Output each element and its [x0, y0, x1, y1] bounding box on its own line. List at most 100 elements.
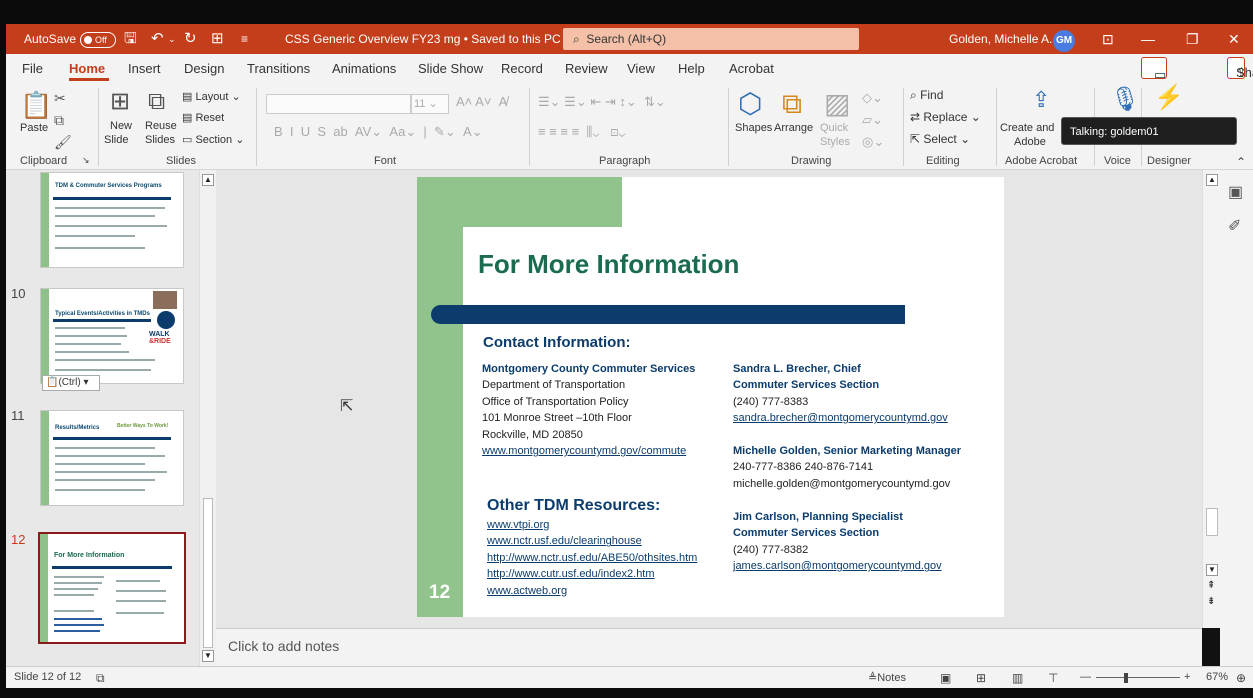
align-buttons[interactable]: ≡ ≡ ≡ ≡ ⫼⌄ ⊡⌄ [538, 124, 626, 140]
share-button[interactable]: ⇪ Share [1227, 57, 1253, 80]
reuse-slides-icon[interactable]: ⧉ [148, 90, 165, 114]
resource-link[interactable]: www.nctr.usf.edu/clearinghouse [487, 533, 697, 549]
slide-sorter-icon[interactable]: ⊞ [976, 671, 986, 685]
select-button[interactable]: ⇱ Select ⌄ [910, 132, 970, 146]
reuse-slides-label[interactable]: Reuse [145, 120, 177, 132]
ribbon-display-icon[interactable]: ⊡ [1102, 24, 1114, 54]
tab-insert[interactable]: Insert [128, 61, 161, 76]
restore-icon[interactable]: ❐ [1186, 24, 1199, 54]
customize-qat-icon[interactable]: ≡ [241, 24, 248, 54]
tab-animations[interactable]: Animations [332, 61, 396, 76]
tab-record[interactable]: Record [501, 61, 543, 76]
reading-view-icon[interactable]: ▥ [1012, 671, 1023, 685]
comments-button[interactable]: ▭ [1141, 57, 1167, 82]
find-button[interactable]: ⌕ Find [910, 88, 943, 103]
close-icon[interactable]: ✕ [1228, 24, 1240, 54]
canvas-scroll-up-icon[interactable]: ▲ [1206, 174, 1218, 186]
replace-button[interactable]: ⇄ Replace ⌄ [910, 110, 981, 124]
create-pdf-button[interactable]: Create and [1000, 122, 1054, 134]
tab-view[interactable]: View [627, 61, 655, 76]
canvas-scroll-thumb[interactable] [1206, 508, 1218, 536]
notes-placeholder[interactable]: Click to add notes [228, 638, 339, 654]
autosave-toggle[interactable]: Off [80, 24, 116, 54]
slide-title[interactable]: For More Information [478, 249, 739, 280]
commute-link[interactable]: www.montgomerycountymd.gov/commute [482, 443, 695, 459]
format-pane-icon[interactable]: ✐ [1228, 216, 1241, 236]
zoom-slider[interactable] [1096, 677, 1180, 678]
next-slide-icon[interactable]: ⇟ [1207, 596, 1215, 607]
zoom-slider-thumb[interactable] [1124, 673, 1128, 683]
tab-review[interactable]: Review [565, 61, 608, 76]
user-name[interactable]: Golden, Michelle A. [949, 24, 1052, 54]
tab-file[interactable]: File [22, 61, 43, 76]
contact-sandra-brecher[interactable]: Sandra L. Brecher, Chief Commuter Servic… [733, 361, 948, 427]
search-box[interactable]: ⌕ Search (Alt+Q) [563, 28, 859, 50]
tab-design[interactable]: Design [184, 61, 224, 76]
other-resources-heading[interactable]: Other TDM Resources: [487, 497, 660, 515]
collapse-ribbon-icon[interactable]: ⌃ [1236, 155, 1246, 169]
previous-slide-icon[interactable]: ⇞ [1207, 580, 1215, 591]
reset-button[interactable]: ▤ Reset [182, 111, 224, 124]
layout-button[interactable]: ▤ Layout ⌄ [182, 90, 241, 103]
minimize-icon[interactable]: — [1141, 24, 1155, 54]
tab-acrobat[interactable]: Acrobat [729, 61, 774, 76]
fit-to-window-icon[interactable]: ⊕ [1236, 671, 1246, 685]
zoom-level[interactable]: 67% [1206, 671, 1228, 683]
clipboard-launcher-icon[interactable]: ↘ [82, 155, 90, 166]
resources-list[interactable]: www.vtpi.org www.nctr.usf.edu/clearingho… [487, 517, 697, 599]
email-link[interactable]: sandra.brecher@montgomerycountymd.gov [733, 410, 948, 426]
save-icon[interactable]: 🖫 [124, 24, 137, 54]
quick-styles-button[interactable]: Quick [820, 122, 848, 134]
format-painter-icon[interactable]: 🖌 [54, 132, 72, 152]
undo-icon[interactable]: ↶ [151, 24, 164, 54]
thumbnail-scrollbar[interactable]: ▲ ▼ [199, 170, 216, 666]
slide-thumbnail-11[interactable]: Results/Metrics Better Ways To Work! [40, 410, 184, 506]
shapes-button[interactable]: Shapes [735, 122, 772, 134]
cut-icon[interactable]: ✂ [54, 88, 66, 108]
tab-home[interactable]: Home [69, 61, 105, 76]
normal-view-icon[interactable]: ▣ [940, 671, 951, 685]
zoom-in-icon[interactable]: + [1184, 671, 1190, 683]
quick-styles-button-2[interactable]: Styles [820, 136, 850, 148]
slide-thumbnail-9[interactable]: TDM & Commuter Services Programs [40, 172, 184, 268]
microphone-icon[interactable]: 🎙 [1110, 88, 1140, 112]
redo-icon[interactable]: ↻ [184, 24, 197, 54]
avatar[interactable]: GM [1053, 24, 1075, 54]
arrange-icon[interactable]: ⧉ [782, 90, 802, 118]
notes-pane[interactable]: Click to add notes [216, 628, 1202, 666]
shape-outline-icon[interactable]: ▱⌄ [862, 112, 883, 128]
email-link[interactable]: james.carlson@montgomerycountymd.gov [733, 558, 942, 574]
font-format-buttons[interactable]: B I U S ab AV⌄ Aa⌄ | ✎⌄ A⌄ [274, 124, 483, 140]
scroll-up-icon[interactable]: ▲ [202, 174, 214, 186]
new-slide-label[interactable]: New [110, 120, 132, 132]
paste-button[interactable]: Paste [20, 122, 48, 134]
new-slide-icon[interactable]: ⊞ [110, 90, 130, 114]
tab-help[interactable]: Help [678, 61, 705, 76]
create-pdf-button-2[interactable]: Adobe [1014, 136, 1046, 148]
resource-link[interactable]: http://www.nctr.usf.edu/ABE50/othsites.h… [487, 550, 697, 566]
zoom-out-icon[interactable]: — [1080, 671, 1091, 683]
slideshow-view-icon[interactable]: ⊤ [1048, 671, 1058, 685]
list-buttons[interactable]: ☰⌄ ☰⌄ ⇤ ⇥ ↕⌄ ⇅⌄ [538, 94, 666, 110]
undo-dropdown-icon[interactable]: ⌄ [168, 24, 176, 54]
contact-michelle-golden[interactable]: Michelle Golden, Senior Marketing Manage… [733, 443, 961, 492]
current-slide[interactable]: For More Information Contact Information… [417, 177, 1004, 617]
resource-link[interactable]: www.vtpi.org [487, 517, 697, 533]
resource-link[interactable]: http://www.cutr.usf.edu/index2.htm [487, 566, 697, 582]
thumbnail-scroll-thumb[interactable] [203, 498, 213, 648]
font-size-box[interactable]: 11 ⌄ [411, 94, 449, 114]
resource-link[interactable]: www.actweb.org [487, 583, 697, 599]
contact-heading[interactable]: Contact Information: [483, 334, 631, 351]
shape-effects-icon[interactable]: ◎⌄ [862, 134, 884, 150]
left-contact-block[interactable]: Montgomery County Commuter Services Depa… [482, 361, 695, 459]
paste-icon[interactable]: 📋 [20, 92, 52, 118]
reuse-slides-label-2[interactable]: Slides [145, 134, 175, 146]
tab-slide-show[interactable]: Slide Show [418, 61, 483, 76]
section-button[interactable]: ▭ Section ⌄ [182, 133, 244, 146]
document-title[interactable]: CSS Generic Overview FY23 mg • Saved to … [285, 24, 574, 54]
slide-thumbnail-12-selected[interactable]: For More Information [38, 532, 186, 644]
slide-thumbnail-10[interactable]: Typical Events/Activities in TMDs WALK &R… [40, 288, 184, 384]
canvas-scroll-down-icon[interactable]: ▼ [1206, 564, 1218, 576]
scroll-down-icon[interactable]: ▼ [202, 650, 214, 662]
create-pdf-icon[interactable]: ⇪ [1032, 89, 1050, 111]
